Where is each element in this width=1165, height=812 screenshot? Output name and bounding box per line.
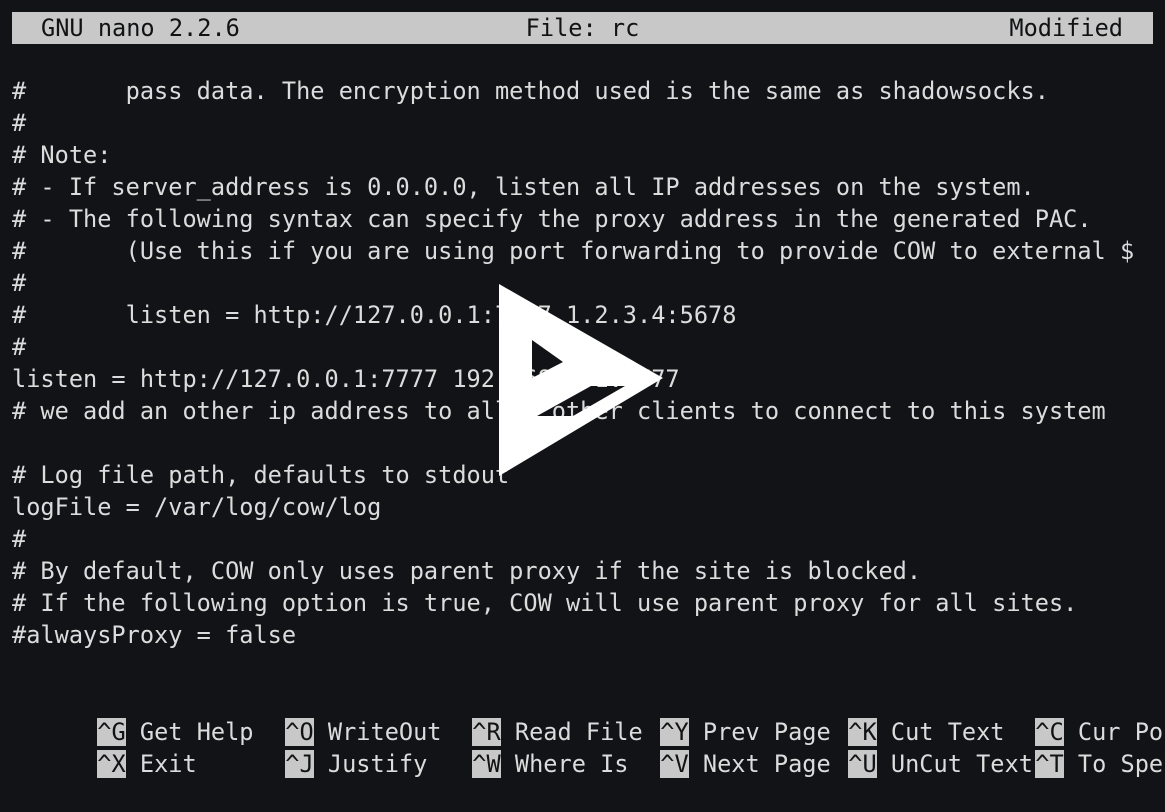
editor-line[interactable]: #alwaysProxy = false — [12, 619, 1153, 651]
modified-status: Modified — [1009, 14, 1123, 42]
editor-line[interactable]: # - The following syntax can specify the… — [12, 203, 1153, 235]
shortcut-exit[interactable]: ^X Exit — [12, 716, 197, 778]
editor-line[interactable]: # pass data. The encryption method used … — [12, 75, 1153, 107]
editor-line[interactable]: # — [12, 107, 1153, 139]
shortcut-label: To Spell — [1077, 750, 1165, 778]
shortcut-row: ^X Exit ^J Justify ^W Where Is ^V Next P… — [12, 716, 1165, 778]
editor-line[interactable]: # - If server_address is 0.0.0.0, listen… — [12, 171, 1153, 203]
editor-line[interactable]: # (Use this if you are using port forwar… — [12, 235, 1153, 267]
editor-line[interactable]: # If the following option is true, COW w… — [12, 587, 1153, 619]
editor-line[interactable]: # Note: — [12, 139, 1153, 171]
title-bar: GNU nano 2.2.6 File: rc Modified — [12, 12, 1153, 44]
shortcut-bar: ^G Get Help ^O WriteOut ^R Read File ^Y … — [12, 684, 1165, 778]
shortcut-label: Exit — [139, 750, 197, 778]
shortcut-key: ^W — [472, 750, 501, 778]
editor-line[interactable]: logFile = /var/log/cow/log — [12, 491, 1153, 523]
shortcut-key: ^X — [97, 750, 126, 778]
editor-line[interactable]: # By default, COW only uses parent proxy… — [12, 555, 1153, 587]
shortcut-key: ^J — [285, 750, 314, 778]
shortcut-key: ^V — [660, 750, 689, 778]
shortcut-to-spell[interactable]: ^T To Spell — [950, 716, 1165, 778]
shortcut-key: ^T — [1035, 750, 1064, 778]
shortcut-key: ^U — [848, 750, 877, 778]
editor-line[interactable]: # — [12, 523, 1153, 555]
play-logo-icon[interactable] — [495, 282, 665, 478]
shortcut-row: ^G Get Help ^O WriteOut ^R Read File ^Y … — [12, 684, 1165, 746]
shortcut-cur-pos[interactable]: ^C Cur Pos — [950, 684, 1165, 746]
file-name: File: rc — [525, 14, 640, 42]
